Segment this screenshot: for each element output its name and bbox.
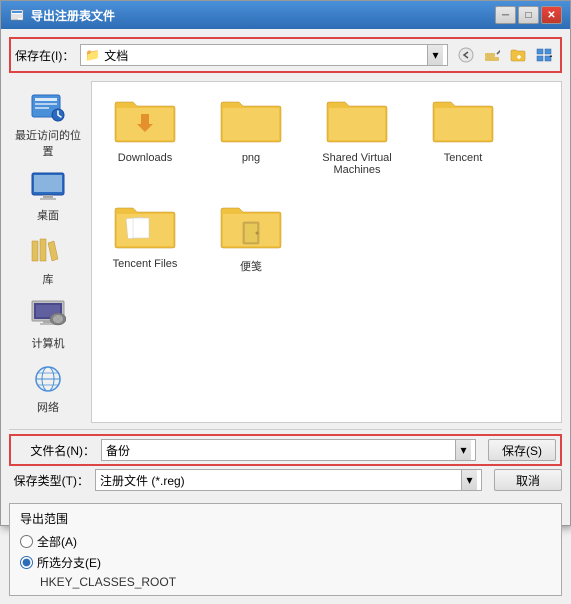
up-button[interactable] [480,43,504,67]
network-icon [30,361,66,397]
filetype-value: 注册文件 (*.reg) [100,472,461,489]
title-icon [9,7,25,23]
folder-downloads-label: Downloads [118,152,172,164]
close-button[interactable]: ✕ [541,6,562,24]
folder-tencent-files-icon [113,200,177,256]
back-button[interactable] [454,43,478,67]
folder-grid: Downloads png [100,90,553,278]
title-buttons: ─ □ ✕ [495,6,562,24]
radio-selected-row: 所选分支(E) [20,554,551,571]
dialog-window: 导出注册表文件 ─ □ ✕ 保存在(I)： 📁 文档 ▾ [0,0,571,526]
recent-icon [30,89,66,125]
sidebar-label-desktop: 桌面 [37,207,59,223]
hkey-text: HKEY_CLASSES_ROOT [40,575,551,589]
toolbar-icons [454,43,556,67]
folder-png[interactable]: png [206,90,296,180]
export-range: 导出范围 全部(A) 所选分支(E) HKEY_CLASSES_ROOT [9,503,562,596]
folder-png-icon [219,94,283,150]
sidebar-item-desktop[interactable]: 桌面 [9,165,87,227]
filename-row: 文件名(N)： 备份 ▾ 保存(S) [9,434,562,466]
folder-shared-vm-label: Shared VirtualMachines [322,152,392,176]
save-button[interactable]: 保存(S) [488,439,556,461]
filename-arrow[interactable]: ▾ [455,440,471,460]
radio-all[interactable] [20,535,33,548]
folder-bianjian-icon [219,200,283,256]
filename-combo[interactable]: 备份 ▾ [101,439,476,461]
title-bar: 导出注册表文件 ─ □ ✕ [1,1,570,29]
computer-icon [30,297,66,333]
filename-label: 文件名(N)： [15,442,95,459]
folder-tencent-label: Tencent [444,152,483,164]
folder-shared-vm[interactable]: Shared VirtualMachines [312,90,402,180]
location-combo[interactable]: 📁 文档 ▾ [80,44,448,66]
folder-tencent[interactable]: Tencent [418,90,508,180]
folder-downloads[interactable]: Downloads [100,90,190,180]
cancel-button[interactable]: 取消 [494,469,562,491]
filetype-row: 保存类型(T)： 注册文件 (*.reg) ▾ 取消 [9,469,562,491]
minimize-button[interactable]: ─ [495,6,516,24]
desktop-icon [30,169,66,205]
sidebar-label-library: 库 [43,271,54,287]
main-area: 最近访问的位置 桌面 [9,81,562,423]
radio-selected-label[interactable]: 所选分支(E) [37,554,101,571]
library-icon [30,233,66,269]
folder-bianjian[interactable]: 便笺 [206,196,296,278]
filetype-arrow[interactable]: ▾ [461,470,477,490]
new-folder-button[interactable] [506,43,530,67]
view-button[interactable] [532,43,556,67]
radio-all-label[interactable]: 全部(A) [37,533,77,550]
sidebar-item-computer[interactable]: 计算机 [9,293,87,355]
filetype-combo[interactable]: 注册文件 (*.reg) ▾ [95,469,482,491]
sidebar-label-computer: 计算机 [32,335,65,351]
sidebar-item-library[interactable]: 库 [9,229,87,291]
folder-tencent-files[interactable]: Tencent Files [100,196,190,278]
save-in-label: 保存在(I)： [15,47,74,64]
sidebar-label-network: 网络 [37,399,59,415]
bottom-bar: 文件名(N)： 备份 ▾ 保存(S) 保存类型(T)： 注册文件 (*.reg)… [9,429,562,495]
folder-png-label: png [242,152,260,164]
sidebar-item-recent[interactable]: 最近访问的位置 [9,85,87,163]
dialog-body: 保存在(I)： 📁 文档 ▾ [1,29,570,604]
filename-value: 备份 [106,442,455,459]
sidebar-label-recent: 最近访问的位置 [11,127,85,159]
folder-tencent-icon [431,94,495,150]
file-area[interactable]: Downloads png [91,81,562,423]
folder-tencent-files-label: Tencent Files [113,258,178,270]
folder-downloads-icon [113,94,177,150]
filetype-label: 保存类型(T)： [9,472,89,489]
maximize-button[interactable]: □ [518,6,539,24]
radio-all-row: 全部(A) [20,533,551,550]
export-range-title: 导出范围 [20,510,551,527]
folder-icon: 📁 [85,48,100,62]
folder-bianjian-label: 便笺 [240,258,262,274]
location-text: 文档 [104,47,128,64]
title-text: 导出注册表文件 [31,7,495,24]
sidebar: 最近访问的位置 桌面 [9,81,87,423]
folder-shared-vm-icon [325,94,389,150]
sidebar-item-network[interactable]: 网络 [9,357,87,419]
toolbar-row: 保存在(I)： 📁 文档 ▾ [9,37,562,73]
location-arrow[interactable]: ▾ [427,45,443,65]
radio-selected[interactable] [20,556,33,569]
